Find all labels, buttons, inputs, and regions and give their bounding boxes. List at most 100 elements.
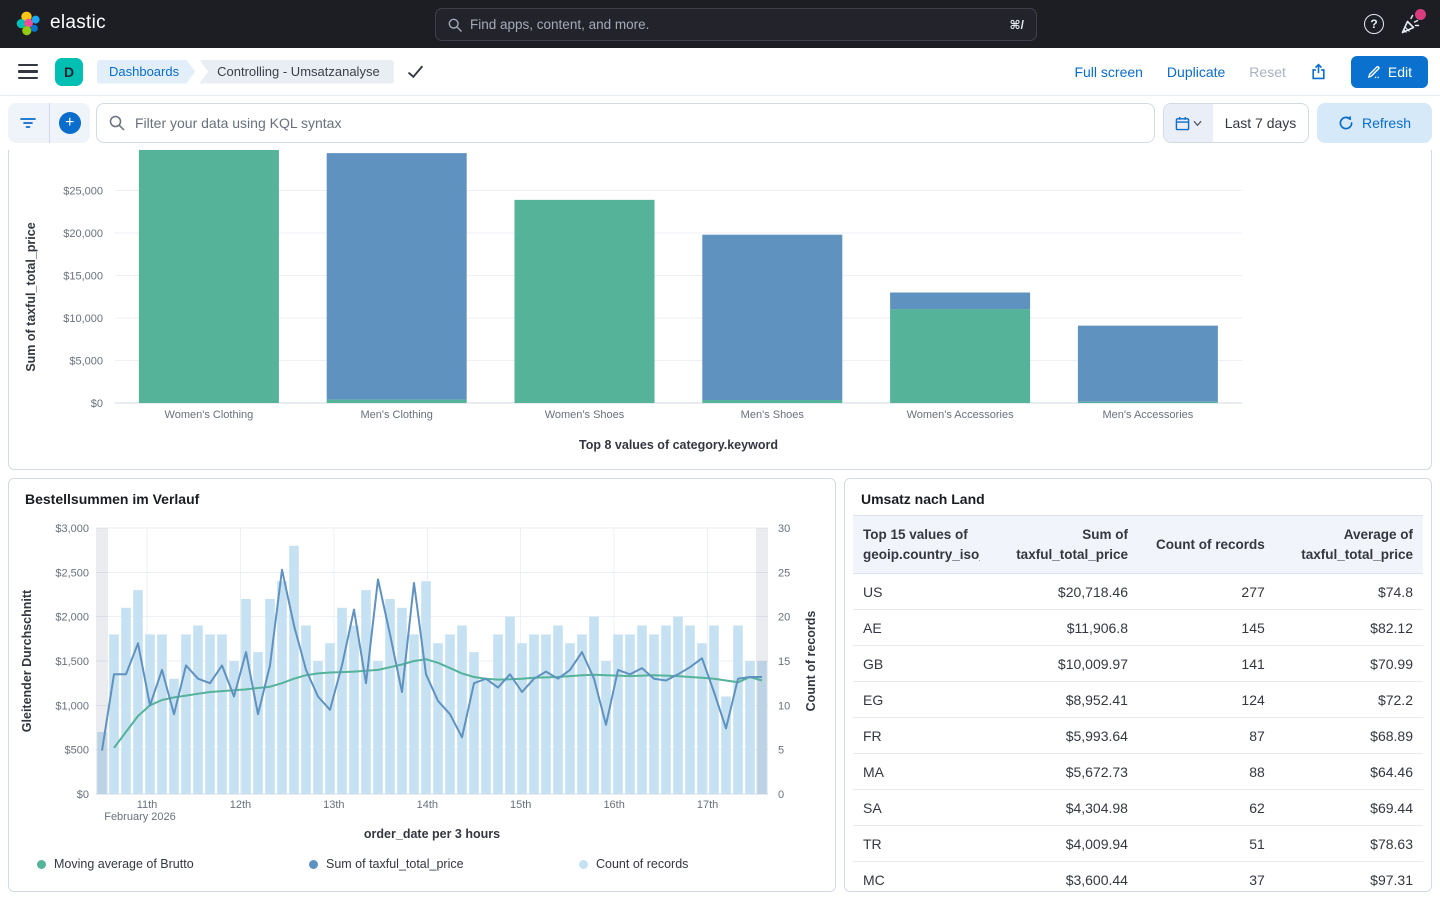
value-cell[interactable]: 124 <box>1138 682 1275 718</box>
count-bar[interactable] <box>361 590 371 794</box>
count-bar[interactable] <box>205 634 215 794</box>
country-code-cell[interactable]: EG <box>853 682 990 718</box>
table-column-header[interactable]: Average oftaxful_total_price <box>1275 516 1423 574</box>
count-bar[interactable] <box>469 652 479 794</box>
value-cell[interactable]: $5,672.73 <box>990 754 1138 790</box>
bar-segment-women[interactable] <box>327 400 467 403</box>
bar-segment-men[interactable] <box>1078 326 1218 402</box>
country-code-cell[interactable]: GB <box>853 646 990 682</box>
count-bar[interactable] <box>145 634 155 794</box>
count-bar[interactable] <box>253 652 263 794</box>
count-bar[interactable] <box>157 634 167 794</box>
count-bar[interactable] <box>385 599 395 794</box>
value-cell[interactable]: $4,304.98 <box>990 790 1138 826</box>
table-row[interactable]: MA$5,672.7388$64.46 <box>853 754 1423 790</box>
share-button[interactable] <box>1310 63 1327 80</box>
count-bar[interactable] <box>289 546 299 794</box>
bar-segment-women[interactable] <box>139 150 279 403</box>
count-bar[interactable] <box>301 626 311 794</box>
edit-button[interactable]: Edit <box>1351 56 1428 88</box>
value-cell[interactable]: 62 <box>1138 790 1275 826</box>
value-cell[interactable]: 87 <box>1138 718 1275 754</box>
value-cell[interactable]: $72.2 <box>1275 682 1423 718</box>
menu-icon[interactable] <box>18 64 38 80</box>
count-bar[interactable] <box>193 626 203 794</box>
bar-segment-women[interactable] <box>515 200 655 403</box>
count-bar[interactable] <box>397 608 407 794</box>
bar-segment-men[interactable] <box>890 293 1030 310</box>
value-cell[interactable]: 88 <box>1138 754 1275 790</box>
count-bar[interactable] <box>733 626 743 794</box>
global-search-bar[interactable]: ⌘/ <box>435 8 1037 41</box>
newsfeed-icon[interactable] <box>1398 12 1424 38</box>
count-bar[interactable] <box>553 626 563 794</box>
filter-menu-button[interactable] <box>8 103 50 143</box>
value-cell[interactable]: $82.12 <box>1275 610 1423 646</box>
table-row[interactable]: AE$11,906.8145$82.12 <box>853 610 1423 646</box>
country-code-cell[interactable]: MC <box>853 862 990 892</box>
count-bar[interactable] <box>217 634 227 794</box>
value-cell[interactable]: $64.46 <box>1275 754 1423 790</box>
count-bar[interactable] <box>457 626 467 794</box>
count-bar[interactable] <box>349 626 359 794</box>
orders-combo-chart[interactable]: 11th12th13th14th15th16th17thFebruary 202… <box>9 479 835 855</box>
value-cell[interactable]: 145 <box>1138 610 1275 646</box>
value-cell[interactable]: 141 <box>1138 646 1275 682</box>
count-bar[interactable] <box>637 626 647 794</box>
full-screen-button[interactable]: Full screen <box>1074 64 1142 80</box>
table-row[interactable]: TR$4,009.9451$78.63 <box>853 826 1423 862</box>
legend-item[interactable]: Sum of taxful_total_price <box>309 857 464 871</box>
count-bar[interactable] <box>421 581 431 794</box>
count-bar[interactable] <box>505 617 515 794</box>
value-cell[interactable]: $69.44 <box>1275 790 1423 826</box>
count-bar[interactable] <box>481 679 491 794</box>
value-cell[interactable]: $74.8 <box>1275 574 1423 610</box>
value-cell[interactable]: $5,993.64 <box>990 718 1138 754</box>
value-cell[interactable]: $3,600.44 <box>990 862 1138 892</box>
count-bar[interactable] <box>493 634 503 794</box>
value-cell[interactable]: $68.89 <box>1275 718 1423 754</box>
value-cell[interactable]: $8,952.41 <box>990 682 1138 718</box>
global-search-input[interactable] <box>470 17 1010 32</box>
count-bar[interactable] <box>133 590 143 794</box>
calendar-menu-segment[interactable] <box>1164 104 1213 142</box>
category-bar-chart[interactable]: $0$5,000$10,000$15,000$20,000$25,000Wome… <box>9 150 1431 468</box>
count-bar[interactable] <box>241 599 251 794</box>
legend-item[interactable]: Count of records <box>579 857 688 871</box>
count-bar[interactable] <box>589 617 599 794</box>
count-bar[interactable] <box>661 626 671 794</box>
country-code-cell[interactable]: SA <box>853 790 990 826</box>
count-bar[interactable] <box>109 634 119 794</box>
reset-button[interactable]: Reset <box>1249 64 1286 80</box>
count-bar[interactable] <box>121 608 131 794</box>
value-cell[interactable]: $97.31 <box>1275 862 1423 892</box>
table-row[interactable]: MC$3,600.4437$97.31 <box>853 862 1423 892</box>
count-bar[interactable] <box>265 599 275 794</box>
count-bar[interactable] <box>625 634 635 794</box>
country-code-cell[interactable]: AE <box>853 610 990 646</box>
time-range-picker[interactable]: Last 7 days <box>1163 103 1309 143</box>
value-cell[interactable]: $10,009.97 <box>990 646 1138 682</box>
add-filter-button[interactable]: + <box>50 103 91 143</box>
count-bar[interactable] <box>337 608 347 794</box>
count-bar[interactable] <box>277 581 287 794</box>
bar-segment-women[interactable] <box>1078 402 1218 403</box>
bar-segment-women[interactable] <box>702 400 842 403</box>
bar-segment-men[interactable] <box>327 153 467 400</box>
bar-segment-men[interactable] <box>702 235 842 400</box>
time-range-value[interactable]: Last 7 days <box>1213 104 1308 142</box>
kql-query-input[interactable] <box>135 115 1142 131</box>
count-bar[interactable] <box>673 617 683 794</box>
table-column-header[interactable]: Top 15 values ofgeoip.country_iso_c <box>853 516 990 574</box>
count-bar[interactable] <box>685 626 695 794</box>
count-bar[interactable] <box>541 634 551 794</box>
country-code-cell[interactable]: US <box>853 574 990 610</box>
count-bar[interactable] <box>373 661 383 794</box>
count-bar[interactable] <box>601 661 611 794</box>
table-column-header[interactable]: Sum oftaxful_total_price <box>990 516 1138 574</box>
count-bar[interactable] <box>529 634 539 794</box>
value-cell[interactable]: 277 <box>1138 574 1275 610</box>
count-bar[interactable] <box>517 643 527 794</box>
count-bar[interactable] <box>409 634 419 794</box>
count-bar[interactable] <box>709 626 719 794</box>
